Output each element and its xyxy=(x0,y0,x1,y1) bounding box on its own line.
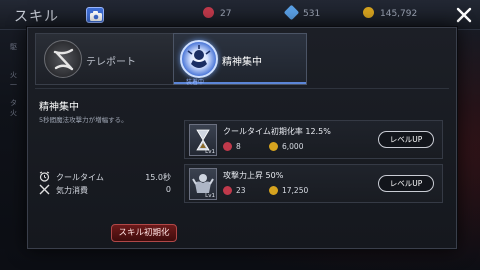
level-up-button[interactable]: レベルUP xyxy=(378,175,434,192)
focus-spirit-icon xyxy=(180,40,218,78)
gold-coin-icon xyxy=(269,186,278,195)
cost-gems-value: 8 xyxy=(236,142,241,151)
screen-title: スキル xyxy=(14,9,59,25)
tab-focus-label: 精神集中 xyxy=(222,57,262,68)
gold-coin-icon xyxy=(363,7,374,18)
upgrade-name: クールタイム初期化率 12.5% xyxy=(223,127,331,136)
devil-gem-icon xyxy=(223,142,232,151)
upgrade-level: Lv1 xyxy=(205,193,215,199)
muscle-warrior-icon: Lv1 xyxy=(189,168,217,200)
top-bar: スキル 27 531 145,792 xyxy=(0,0,480,30)
upgrade-name: 攻撃力上昇 50% xyxy=(223,171,284,180)
alarm-clock-icon xyxy=(39,171,50,182)
cost-gems: 8 xyxy=(223,142,241,151)
divider xyxy=(35,88,449,89)
hourglass-icon: Lv1 xyxy=(189,124,217,156)
crossed-swords-icon xyxy=(39,184,50,195)
equipped-badge: 装着中 xyxy=(186,79,205,86)
upgrade-level: Lv1 xyxy=(205,149,215,155)
resource-crystal: 531 xyxy=(283,4,321,21)
tab-focus[interactable]: 装着中 精神集中 xyxy=(173,33,307,86)
upgrade-row-cooldown: Lv1 クールタイム初期化率 12.5% 8 6,000 レベルUP xyxy=(184,120,443,159)
teleport-swirl-icon xyxy=(44,40,82,78)
background-text: 火 xyxy=(10,109,17,117)
close-button[interactable] xyxy=(454,5,474,25)
background-text: 駆 xyxy=(10,43,17,51)
skill-reset-button[interactable]: スキル初期化 xyxy=(111,224,177,242)
stat-cooldown-label: クールタイム xyxy=(56,173,104,182)
devil-gem-icon xyxy=(203,7,214,18)
stat-cooldown: クールタイム 15.0秒 xyxy=(39,171,171,183)
crystal-icon xyxy=(283,4,300,21)
cost-gold-value: 6,000 xyxy=(282,142,304,151)
crystal-count: 531 xyxy=(303,9,321,19)
skill-detail-panel: テレポート 装着中 精神集中 精神集中 5秒間魔法攻撃力が増幅する。 クールタイ… xyxy=(27,27,457,249)
stat-energy: 気力消費 0 xyxy=(39,184,171,196)
close-icon xyxy=(456,7,472,23)
camera-button[interactable] xyxy=(86,7,104,23)
camera-icon xyxy=(90,11,102,21)
resource-devil-gem: 27 xyxy=(203,7,231,19)
cost-gold-value: 17,250 xyxy=(282,186,309,195)
skill-tabs: テレポート 装着中 精神集中 xyxy=(35,33,455,89)
cost-gold: 17,250 xyxy=(269,186,308,195)
skill-name: 精神集中 xyxy=(39,102,79,113)
tab-teleport[interactable]: テレポート xyxy=(35,33,175,85)
background-text: 一 xyxy=(10,81,17,89)
tab-teleport-label: テレポート xyxy=(86,57,136,68)
stat-energy-label: 気力消費 xyxy=(56,186,88,195)
gold-count: 145,792 xyxy=(380,9,418,19)
stat-energy-value: 0 xyxy=(165,185,171,194)
stat-cooldown-value: 15.0秒 xyxy=(145,173,171,182)
background-text: 火 xyxy=(10,71,17,79)
cost-gold: 6,000 xyxy=(269,142,303,151)
devil-gem-count: 27 xyxy=(220,9,232,19)
upgrade-row-attack: Lv1 攻撃力上昇 50% 23 17,250 レベルUP xyxy=(184,164,443,203)
resource-gold: 145,792 xyxy=(363,7,417,19)
skill-description: 5秒間魔法攻撃力が増幅する。 xyxy=(39,116,128,124)
background-text: タ xyxy=(10,99,17,107)
level-up-button[interactable]: レベルUP xyxy=(378,131,434,148)
cost-gems: 23 xyxy=(223,186,246,195)
devil-gem-icon xyxy=(223,186,232,195)
cost-gems-value: 23 xyxy=(236,186,246,195)
gold-coin-icon xyxy=(269,142,278,151)
